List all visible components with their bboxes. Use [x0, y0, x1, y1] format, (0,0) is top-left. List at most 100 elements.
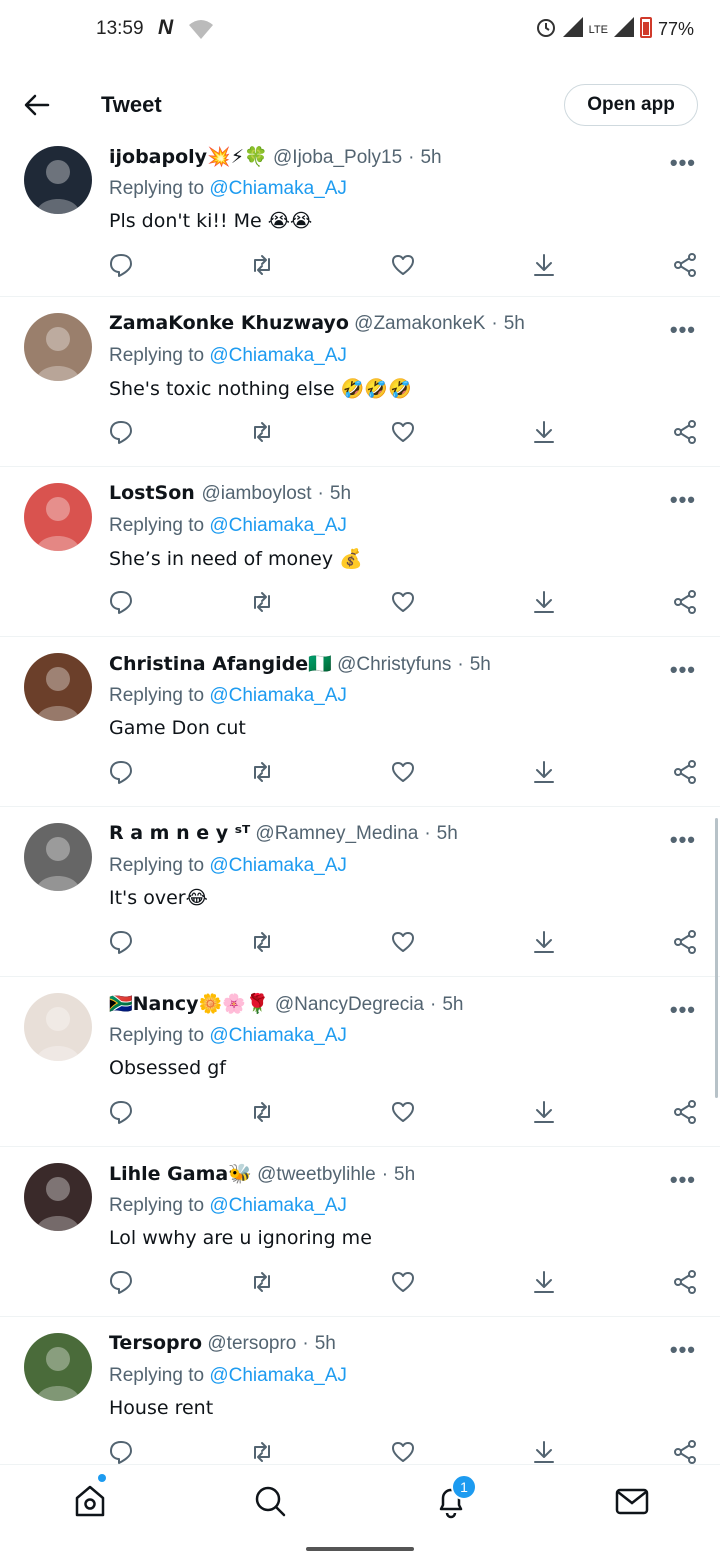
more-options-icon[interactable]: •••	[670, 150, 696, 176]
author-name[interactable]: Tersopro	[109, 1332, 202, 1354]
avatar[interactable]	[24, 823, 92, 891]
reply-icon[interactable]	[108, 589, 134, 615]
download-icon[interactable]	[531, 929, 557, 955]
share-icon[interactable]	[672, 1269, 698, 1295]
reply-icon[interactable]	[108, 252, 134, 278]
share-icon[interactable]	[672, 252, 698, 278]
more-options-icon[interactable]: •••	[670, 1167, 696, 1193]
retweet-icon[interactable]	[249, 929, 275, 955]
scrollbar[interactable]	[715, 818, 718, 1098]
download-icon[interactable]	[531, 759, 557, 785]
avatar[interactable]	[24, 1163, 92, 1231]
reply-item[interactable]: R a m n e y ˢᵀ @Ramney_Medina · 5h ••• Reply…	[0, 807, 720, 977]
share-icon[interactable]	[672, 1439, 698, 1464]
more-options-icon[interactable]: •••	[670, 1337, 696, 1363]
like-icon[interactable]	[390, 759, 416, 785]
home-icon[interactable]	[72, 1483, 108, 1519]
author-handle[interactable]: @NancyDegrecia	[275, 994, 424, 1015]
retweet-icon[interactable]	[249, 252, 275, 278]
like-icon[interactable]	[390, 1269, 416, 1295]
timestamp[interactable]: 5h	[437, 823, 458, 844]
reply-item[interactable]: ZamaKonke Khuzwayo @ZamakonkeK · 5h ••• Repl…	[0, 297, 720, 467]
more-options-icon[interactable]: •••	[670, 487, 696, 513]
reply-icon[interactable]	[108, 1439, 134, 1464]
like-icon[interactable]	[390, 929, 416, 955]
like-icon[interactable]	[390, 1439, 416, 1464]
retweet-icon[interactable]	[249, 1099, 275, 1125]
reply-item[interactable]: Christina Afangide🇳🇬 @Christyfuns · 5h ••• R…	[0, 637, 720, 807]
download-icon[interactable]	[531, 252, 557, 278]
download-icon[interactable]	[531, 419, 557, 445]
reply-item[interactable]: ijobapoly💥⚡🍀 @Ijoba_Poly15 · 5h ••• Replying…	[0, 130, 720, 297]
avatar[interactable]	[24, 146, 92, 214]
avatar[interactable]	[24, 1333, 92, 1401]
avatar[interactable]	[24, 483, 92, 551]
timestamp[interactable]: 5h	[442, 994, 463, 1015]
like-icon[interactable]	[390, 252, 416, 278]
download-icon[interactable]	[531, 589, 557, 615]
more-options-icon[interactable]: •••	[670, 997, 696, 1023]
reply-icon[interactable]	[108, 929, 134, 955]
mention-link[interactable]: @Chiamaka_AJ	[209, 1365, 347, 1386]
reply-icon[interactable]	[108, 759, 134, 785]
reply-item[interactable]: 🇿🇦Nancy🌼🌸🌹 @NancyDegrecia · 5h ••• Replying …	[0, 977, 720, 1147]
reply-icon[interactable]	[108, 419, 134, 445]
author-handle[interactable]: @tweetbylihle	[257, 1164, 376, 1185]
timestamp[interactable]: 5h	[394, 1164, 415, 1185]
retweet-icon[interactable]	[249, 419, 275, 445]
mention-link[interactable]: @Chiamaka_AJ	[209, 345, 347, 366]
author-handle[interactable]: @Ijoba_Poly15	[273, 147, 402, 168]
mention-link[interactable]: @Chiamaka_AJ	[209, 1025, 347, 1046]
retweet-icon[interactable]	[249, 759, 275, 785]
download-icon[interactable]	[531, 1439, 557, 1464]
mail-icon[interactable]	[614, 1483, 650, 1519]
reply-icon[interactable]	[108, 1269, 134, 1295]
mention-link[interactable]: @Chiamaka_AJ	[209, 1195, 347, 1216]
author-name[interactable]: Christina Afangide🇳🇬	[109, 653, 332, 675]
reply-icon[interactable]	[108, 1099, 134, 1125]
download-icon[interactable]	[531, 1269, 557, 1295]
mention-link[interactable]: @Chiamaka_AJ	[209, 515, 347, 536]
more-options-icon[interactable]: •••	[670, 827, 696, 853]
back-arrow-icon[interactable]	[22, 90, 52, 120]
share-icon[interactable]	[672, 419, 698, 445]
download-icon[interactable]	[531, 1099, 557, 1125]
reply-item[interactable]: LostSon @iamboylost · 5h ••• Replying to @Ch…	[0, 467, 720, 637]
more-options-icon[interactable]: •••	[670, 657, 696, 683]
author-handle[interactable]: @ZamakonkeK	[354, 313, 485, 334]
timestamp[interactable]: 5h	[504, 313, 525, 334]
retweet-icon[interactable]	[249, 1269, 275, 1295]
avatar[interactable]	[24, 653, 92, 721]
more-options-icon[interactable]: •••	[670, 317, 696, 343]
author-handle[interactable]: @Ramney_Medina	[255, 823, 418, 844]
mention-link[interactable]: @Chiamaka_AJ	[209, 178, 347, 199]
like-icon[interactable]	[390, 419, 416, 445]
author-name[interactable]: Lihle Gama🐝	[109, 1163, 252, 1185]
author-name[interactable]: ijobapoly💥⚡🍀	[109, 146, 268, 168]
author-name[interactable]: 🇿🇦Nancy🌼🌸🌹	[109, 993, 270, 1015]
share-icon[interactable]	[672, 929, 698, 955]
timestamp[interactable]: 5h	[420, 147, 441, 168]
retweet-icon[interactable]	[249, 1439, 275, 1464]
like-icon[interactable]	[390, 589, 416, 615]
timestamp[interactable]: 5h	[470, 654, 491, 675]
share-icon[interactable]	[672, 1099, 698, 1125]
author-name[interactable]: R a m n e y ˢᵀ	[109, 822, 250, 844]
share-icon[interactable]	[672, 759, 698, 785]
search-icon[interactable]	[252, 1483, 288, 1519]
author-handle[interactable]: @iamboylost	[201, 483, 311, 504]
mention-link[interactable]: @Chiamaka_AJ	[209, 685, 347, 706]
timestamp[interactable]: 5h	[330, 483, 351, 504]
author-name[interactable]: ZamaKonke Khuzwayo	[109, 312, 349, 334]
share-icon[interactable]	[672, 589, 698, 615]
author-handle[interactable]: @Christyfuns	[337, 654, 451, 675]
mention-link[interactable]: @Chiamaka_AJ	[209, 855, 347, 876]
avatar[interactable]	[24, 313, 92, 381]
author-name[interactable]: LostSon	[109, 482, 201, 504]
like-icon[interactable]	[390, 1099, 416, 1125]
retweet-icon[interactable]	[249, 589, 275, 615]
open-app-button[interactable]: Open app	[564, 84, 698, 126]
reply-item[interactable]: Lihle Gama🐝 @tweetbylihle · 5h ••• Replying …	[0, 1147, 720, 1317]
avatar[interactable]	[24, 993, 92, 1061]
reply-item[interactable]: Tersopro @tersopro · 5h ••• Replying to @Chi…	[0, 1317, 720, 1464]
